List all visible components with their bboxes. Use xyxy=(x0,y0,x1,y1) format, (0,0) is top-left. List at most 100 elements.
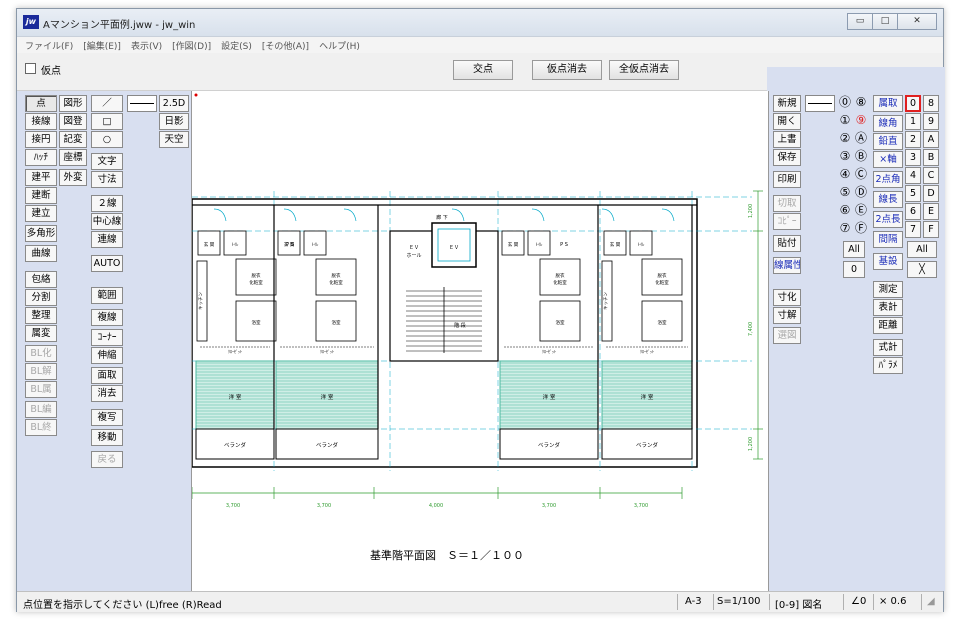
group-7[interactable]: 7 xyxy=(905,221,921,238)
tool-col1-13[interactable]: BL化 xyxy=(25,345,57,362)
tool-col1-8[interactable]: 曲線 xyxy=(25,245,57,262)
tool-col1-14[interactable]: BL解 xyxy=(25,363,57,380)
tool-col2-0[interactable]: 図形 xyxy=(59,95,87,112)
intersection-button[interactable]: 交点 xyxy=(453,60,513,80)
tool-col3-8[interactable]: AUTO xyxy=(91,255,123,272)
tool-col1-0[interactable]: 点 xyxy=(25,95,57,112)
tool-col1-6[interactable]: 建立 xyxy=(25,205,57,222)
tool-r1-7[interactable]: 貼付 xyxy=(773,235,801,252)
tool-col1-17[interactable]: BL終 xyxy=(25,419,57,436)
menu-draw[interactable]: [作図(D)] xyxy=(172,39,211,52)
layer-8[interactable]: ⑧ xyxy=(853,95,869,112)
tool-col3-2[interactable]: ○ xyxy=(91,131,123,148)
close-button[interactable]: ✕ xyxy=(897,13,937,30)
menu-other[interactable]: [その他(A)] xyxy=(262,39,309,52)
menu-help[interactable]: ヘルプ(H) xyxy=(319,39,360,52)
tool-r1-4[interactable]: 印刷 xyxy=(773,171,801,188)
tool-r1-8[interactable]: 線属性 xyxy=(773,257,801,274)
group-12[interactable]: C xyxy=(923,167,939,184)
layer-write-button[interactable]: 0 xyxy=(843,261,865,278)
status-angle[interactable]: ∠0 xyxy=(851,596,866,607)
tool-col3-16[interactable]: 移動 xyxy=(91,429,123,446)
tool-r4-7[interactable]: 間隔 xyxy=(873,231,903,248)
menu-settings[interactable]: 設定(S) xyxy=(221,39,252,52)
menu-file[interactable]: ファイル(F) xyxy=(25,39,73,52)
tool-r1-10[interactable]: 寸解 xyxy=(773,307,801,324)
layer-4[interactable]: ④ xyxy=(837,167,853,184)
status-group-name[interactable]: [0-9] 図名 xyxy=(775,596,822,611)
tool-col1-5[interactable]: 建断 xyxy=(25,187,57,204)
tool-col1-10[interactable]: 分割 xyxy=(25,289,57,306)
tool-r1-0[interactable]: 新規 xyxy=(773,95,801,112)
tool-col2-4[interactable]: 外変 xyxy=(59,169,87,186)
group-6[interactable]: 6 xyxy=(905,203,921,220)
layer-2[interactable]: ② xyxy=(837,131,853,148)
maximize-button[interactable]: □ xyxy=(872,13,898,30)
tool-col1-16[interactable]: BL編 xyxy=(25,401,57,418)
layer-15[interactable]: Ⓕ xyxy=(853,221,869,238)
tool-r4-6[interactable]: 2点長 xyxy=(873,211,903,228)
tool-col3-3[interactable]: 文字 xyxy=(91,153,123,170)
tool-r4-3[interactable]: ×軸 xyxy=(873,151,903,168)
status-scale[interactable]: S=1/100 xyxy=(717,596,761,607)
tool-col3-9[interactable]: 範囲 xyxy=(91,287,123,304)
layer-1[interactable]: ① xyxy=(837,113,853,130)
tool-col1-15[interactable]: BL属 xyxy=(25,381,57,398)
tool-r4-2[interactable]: 鉛直 xyxy=(873,133,903,150)
menu-edit[interactable]: [編集(E)] xyxy=(83,39,121,52)
layer-5[interactable]: ⑤ xyxy=(837,185,853,202)
tool-col1-1[interactable]: 接線 xyxy=(25,113,57,130)
tool-col4-2[interactable]: 天空 xyxy=(159,131,189,148)
layer-0[interactable]: ⓪ xyxy=(837,95,853,112)
tool-col3-0[interactable]: ／ xyxy=(91,95,123,112)
tool-col3-15[interactable]: 複写 xyxy=(91,409,123,426)
tool-r1-5[interactable]: 切取 xyxy=(773,195,801,212)
tool-col3-4[interactable]: 寸法 xyxy=(91,171,123,188)
line-attr-selector[interactable] xyxy=(805,95,835,112)
tool-col1-9[interactable]: 包絡 xyxy=(25,271,57,288)
group-10[interactable]: A xyxy=(923,131,939,148)
tool-col3-17[interactable]: 戻る xyxy=(91,451,123,468)
group-8[interactable]: 8 xyxy=(923,95,939,112)
tool-r4-13[interactable]: ﾊﾟﾗﾒ xyxy=(873,357,903,374)
layer-12[interactable]: Ⓒ xyxy=(853,167,869,184)
group-14[interactable]: E xyxy=(923,203,939,220)
tool-r4-5[interactable]: 線長 xyxy=(873,191,903,208)
group-5[interactable]: 5 xyxy=(905,185,921,202)
tool-col3-7[interactable]: 連線 xyxy=(91,231,123,248)
tool-r1-9[interactable]: 寸化 xyxy=(773,289,801,306)
tool-r4-9[interactable]: 測定 xyxy=(873,281,903,298)
tool-col3-10[interactable]: 複線 xyxy=(91,309,123,326)
tool-col3-5[interactable]: ２線 xyxy=(91,195,123,212)
tool-r4-11[interactable]: 距離 xyxy=(873,317,903,334)
group-clear-button[interactable]: ╳ xyxy=(907,261,937,278)
tool-col3-14[interactable]: 消去 xyxy=(91,385,123,402)
tool-r1-2[interactable]: 上書 xyxy=(773,131,801,148)
group-2[interactable]: 2 xyxy=(905,131,921,148)
status-layer[interactable]: A-3 xyxy=(685,596,702,607)
tool-r4-10[interactable]: 表計 xyxy=(873,299,903,316)
group-all-button[interactable]: All xyxy=(907,241,937,258)
tool-col4-0[interactable]: 2.5D xyxy=(159,95,189,112)
tool-col1-3[interactable]: ﾊｯﾁ xyxy=(25,149,57,166)
tool-r4-4[interactable]: 2点角 xyxy=(873,171,903,188)
layer-13[interactable]: Ⓓ xyxy=(853,185,869,202)
layer-all-button[interactable]: All xyxy=(843,241,865,258)
tool-col4-1[interactable]: 日影 xyxy=(159,113,189,130)
group-13[interactable]: D xyxy=(923,185,939,202)
tool-r1-6[interactable]: ｺﾋﾟｰ xyxy=(773,213,801,230)
group-9[interactable]: 9 xyxy=(923,113,939,130)
group-4[interactable]: 4 xyxy=(905,167,921,184)
layer-10[interactable]: Ⓐ xyxy=(853,131,869,148)
layer-11[interactable]: Ⓑ xyxy=(853,149,869,166)
clear-all-temp-points-button[interactable]: 全仮点消去 xyxy=(609,60,679,80)
tool-r1-3[interactable]: 保存 xyxy=(773,149,801,166)
tool-r4-12[interactable]: 式計 xyxy=(873,339,903,356)
tool-col3-11[interactable]: ｺｰﾅｰ xyxy=(91,329,123,346)
group-1[interactable]: 1 xyxy=(905,113,921,130)
drawing-canvas[interactable]: 廊 下洋 室ベランダ 玄 関 ﾄｲﾚ 脱衣 化粧室 浴室 ｸﾛｰｾﾞｯﾄ 洋 室ベランダ 玄 関… xyxy=(191,91,769,591)
tool-col3-1[interactable]: □ xyxy=(91,113,123,130)
group-3[interactable]: 3 xyxy=(905,149,921,166)
tool-col1-4[interactable]: 建平 xyxy=(25,169,57,186)
tool-col2-2[interactable]: 記変 xyxy=(59,131,87,148)
